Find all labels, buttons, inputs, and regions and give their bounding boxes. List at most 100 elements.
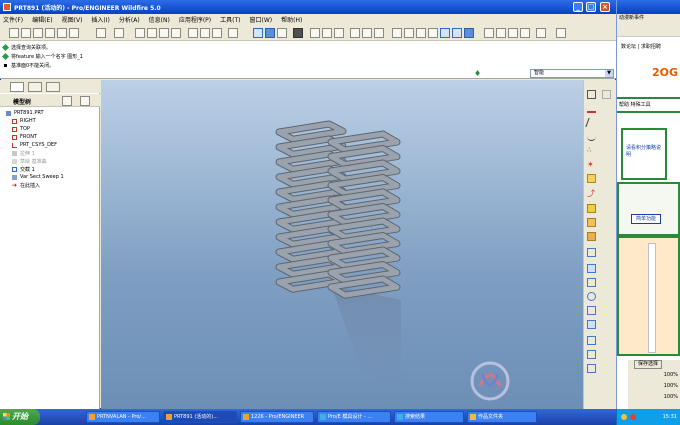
annotation-display-icon[interactable] [536,28,546,38]
maximize-button[interactable]: □ [586,2,596,12]
tab-folder-browser[interactable] [28,82,42,92]
rib-tool-icon[interactable] [587,232,596,241]
tree-item-insert-here[interactable]: ➔ 在此插入 [12,182,40,190]
layers-icon[interactable] [374,28,384,38]
open-file-icon[interactable] [21,28,31,38]
browser-nav-links[interactable]: 数论坛 | 求职招聘 [621,43,661,50]
tree-item-part[interactable]: PRT891.PRT [6,110,44,116]
tree-item-right[interactable]: RIGHT [12,118,36,124]
repaint-icon[interactable] [253,28,263,38]
title-bar[interactable]: PRT891 (活动的) - Pro/ENGINEER Wildfire 5.0… [0,0,616,14]
selection-filter-select[interactable]: 智能 ▼ [530,69,614,78]
start-button[interactable]: 开始 [0,409,40,425]
menu-insert[interactable]: 插入(I) [91,15,109,24]
zoom-in-icon[interactable] [310,28,320,38]
selection-icon[interactable] [212,28,222,38]
datum-point-tool-icon[interactable]: ∴ [587,146,596,155]
zoom-out-icon[interactable] [322,28,332,38]
display-style-icon[interactable] [293,28,303,38]
save-selection-button[interactable]: 保存选择 [634,360,662,369]
tab-model-tree[interactable] [10,82,24,92]
trim-tool-icon[interactable] [587,336,596,345]
tree-item-top[interactable]: TOP [12,126,30,132]
save-icon[interactable] [33,28,43,38]
hidden-line-icon[interactable] [404,28,414,38]
datum-curve-icon[interactable]: ⤴ [587,188,596,198]
taskbar-item[interactable]: 搜索结果 [394,411,464,423]
find-icon[interactable] [200,28,210,38]
sketch-tool-icon[interactable] [587,132,596,141]
menu-analysis[interactable]: 分析(A) [119,15,140,24]
new-file-icon[interactable] [9,28,19,38]
chevron-down-icon[interactable]: ▼ [605,70,613,77]
menu-info[interactable]: 信息(N) [149,15,170,24]
browser-tab-label[interactable]: 动漫新事件 [619,15,644,21]
tree-item-front[interactable]: FRONT [12,134,37,140]
print-icon[interactable] [45,28,55,38]
points-policy-link[interactable]: 请看积分策略说明 [626,145,661,158]
enhanced-realism-icon[interactable] [440,28,450,38]
chamfer-tool-icon[interactable] [587,264,596,273]
pattern-tool-icon[interactable] [587,292,596,301]
browser-scrollbar[interactable] [648,243,656,353]
site-nav[interactable]: 帮助 特殊工具 [617,97,680,113]
tab-favorites[interactable] [46,82,60,92]
shell-tool-icon[interactable] [587,218,596,227]
taskbar-item[interactable]: 1226 - Pro/ENGINEER [240,411,314,423]
plane-icon[interactable] [602,90,611,99]
show-icon[interactable] [80,96,90,106]
simple-function-button[interactable]: 简单功能 [631,214,661,224]
menu-view[interactable]: 视图(V) [62,15,83,24]
no-hidden-icon[interactable] [416,28,426,38]
menu-window[interactable]: 窗口(W) [250,15,273,24]
draft-tool-icon[interactable] [587,278,596,287]
wireframe-icon[interactable] [392,28,402,38]
redo-icon[interactable] [114,28,124,38]
copy-icon[interactable] [147,28,157,38]
paste-special-icon[interactable] [171,28,181,38]
hole-tool-icon[interactable] [587,204,596,213]
menu-help[interactable]: 帮助(H) [281,15,302,24]
reorient-icon[interactable] [350,28,360,38]
datum-curve-tool-icon[interactable] [585,118,598,127]
datum-axis-display-icon[interactable] [496,28,506,38]
settings-icon[interactable] [62,96,72,106]
menu-applications[interactable]: 应用程序(P) [179,15,211,24]
datum-point-display-icon[interactable] [508,28,518,38]
datum-plane-display-icon[interactable] [484,28,494,38]
status-bulb-icon[interactable]: ♦ [474,69,481,78]
tree-item-csys[interactable]: PRT_CSYS_DEF [12,142,57,148]
datum-plane-tool-icon[interactable] [587,90,596,99]
tree-item-intersect[interactable]: 交截 1 [12,166,35,173]
browser-titlebar[interactable] [617,0,680,14]
datum-axis-tool-icon[interactable] [587,104,596,113]
menu-file[interactable]: 文件(F) [3,15,23,24]
merge-tool-icon[interactable] [587,320,596,329]
shaded-icon[interactable] [464,28,474,38]
browser-tab-strip[interactable]: 动漫新事件 [617,14,680,23]
menu-tools[interactable]: 工具(T) [220,15,240,24]
regenerate-icon[interactable] [188,28,198,38]
shading-with-edges-icon[interactable] [452,28,462,38]
shading-icon[interactable] [428,28,438,38]
email-link-icon[interactable] [69,28,79,38]
email-icon[interactable] [57,28,67,38]
taskbar-item[interactable]: PRTNVALAN - Pro/... [86,411,160,423]
cut-icon[interactable] [135,28,145,38]
analysis-tool-icon[interactable] [587,174,596,183]
tree-item-sketch[interactable]: 草绘 基准曲 [12,158,47,165]
taskbar-item[interactable]: Pro/E 模具设计 - ... [317,411,391,423]
csys-tool-icon[interactable]: ✶ [587,160,596,169]
csys-display-icon[interactable] [520,28,530,38]
window-icon[interactable] [228,28,238,38]
spin-center-icon[interactable] [265,28,275,38]
menu-edit[interactable]: 编辑(E) [32,15,52,24]
orient-icon[interactable] [277,28,287,38]
taskbar-item[interactable]: 作品文件夹 [467,411,537,423]
tree-item-sweep[interactable]: Var Sect Sweep 1 [12,174,64,180]
taskbar-item[interactable]: PRT891 (活动的)... [163,411,237,423]
refit-icon[interactable] [334,28,344,38]
undo-icon[interactable] [96,28,106,38]
paste-icon[interactable] [159,28,169,38]
clock[interactable]: 15:31 [663,409,677,425]
